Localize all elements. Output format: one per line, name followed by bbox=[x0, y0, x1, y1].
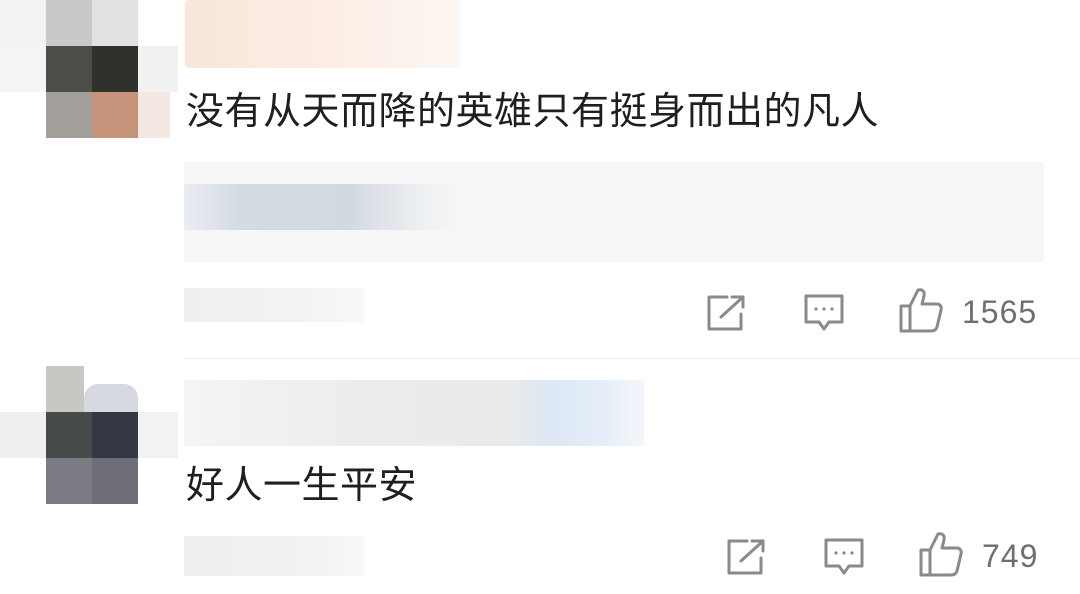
comment-button[interactable] bbox=[800, 290, 848, 336]
username-blurred[interactable] bbox=[184, 380, 644, 446]
comment-icon bbox=[824, 538, 864, 575]
timestamp-blurred bbox=[184, 536, 364, 576]
username-blurred[interactable] bbox=[185, 0, 460, 68]
share-icon bbox=[707, 295, 745, 331]
thumbs-up-icon bbox=[919, 532, 963, 577]
comment-text: 没有从天而降的英雄只有挺身而出的凡人 bbox=[186, 89, 880, 133]
quoted-link-blurred bbox=[184, 184, 459, 230]
avatar[interactable] bbox=[0, 366, 180, 506]
like-button[interactable] bbox=[916, 528, 966, 580]
timestamp-blurred bbox=[184, 288, 364, 322]
comment-button[interactable] bbox=[820, 534, 868, 580]
quoted-content-blurred[interactable] bbox=[184, 162, 1044, 262]
comment-divider bbox=[184, 358, 1080, 359]
comment-icon bbox=[804, 294, 844, 331]
avatar[interactable] bbox=[0, 0, 180, 140]
share-button[interactable] bbox=[722, 534, 770, 580]
like-count: 749 bbox=[982, 538, 1039, 574]
like-button[interactable] bbox=[896, 284, 946, 336]
share-icon bbox=[727, 539, 765, 575]
share-button[interactable] bbox=[702, 290, 750, 336]
like-count: 1565 bbox=[962, 294, 1038, 330]
comment-text: 好人一生平安 bbox=[186, 463, 418, 507]
thumbs-up-icon bbox=[899, 288, 943, 333]
